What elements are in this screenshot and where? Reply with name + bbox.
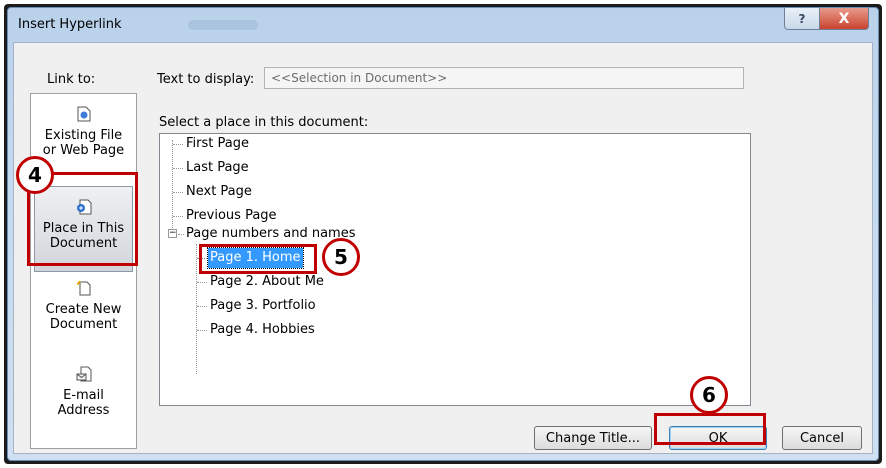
close-button[interactable]: X <box>819 8 869 30</box>
tree-item-label: Last Page <box>186 160 249 175</box>
callout-box-ok-button <box>654 413 766 445</box>
dialog-client-area: Link to: Existing File or Web Page Place… <box>13 42 873 454</box>
callout-badge-5: 5 <box>322 238 360 276</box>
place-existing-line2: or Web Page <box>42 143 125 158</box>
callout-badge-6: 6 <box>690 376 728 414</box>
tree-item-label: Page 4. Hobbies <box>210 322 315 337</box>
callout-box-page-1-home <box>199 244 317 274</box>
place-email-address[interactable]: E-mail Address <box>31 366 136 418</box>
cancel-button[interactable]: Cancel <box>782 426 862 450</box>
place-email-line1: E-mail <box>63 388 104 403</box>
place-email-line2: Address <box>57 403 110 418</box>
text-to-display-label: Text to display: <box>157 72 255 87</box>
tree-line-children <box>196 244 197 374</box>
link-to-label: Link to: <box>47 72 96 87</box>
tree-item-label: Next Page <box>186 184 252 199</box>
place-new-line1: Create New <box>45 302 122 317</box>
text-to-display-input[interactable] <box>264 67 744 89</box>
email-icon <box>31 366 136 386</box>
collapse-toggle-icon[interactable]: − <box>168 229 177 238</box>
place-new-line2: Document <box>49 317 118 332</box>
tree-connector <box>197 282 207 283</box>
tree-connector <box>197 306 207 307</box>
place-create-new-document[interactable]: Create New Document <box>31 280 136 332</box>
dialog-title: Insert Hyperlink <box>18 17 122 32</box>
place-existing-line1: Existing File <box>44 128 123 143</box>
callout-badge-4: 4 <box>16 156 54 194</box>
web-page-icon <box>31 106 136 126</box>
tree-item-label: Previous Page <box>186 208 277 223</box>
help-button[interactable]: ? <box>784 8 820 30</box>
title-bar-blur <box>188 20 258 30</box>
close-icon: X <box>838 10 850 27</box>
tree-connector <box>173 144 183 145</box>
change-title-button[interactable]: Change Title... <box>534 426 652 450</box>
tree-connector <box>197 330 207 331</box>
tree-connector <box>173 168 183 169</box>
link-to-places-bar: Existing File or Web Page Place in This … <box>30 93 137 449</box>
tree-item-label: Page 3. Portfolio <box>210 298 316 313</box>
tree-item-label: First Page <box>186 136 249 151</box>
tree-connector <box>173 192 183 193</box>
tree-line-root <box>172 140 173 234</box>
title-bar: Insert Hyperlink ? X <box>8 8 878 42</box>
new-document-icon <box>31 280 136 300</box>
help-icon: ? <box>798 11 806 26</box>
place-existing-file-or-web-page[interactable]: Existing File or Web Page <box>31 106 136 158</box>
select-place-label: Select a place in this document: <box>159 115 369 130</box>
tree-connector <box>173 216 183 217</box>
tree-item-label: Page 2. About Me <box>210 274 324 289</box>
